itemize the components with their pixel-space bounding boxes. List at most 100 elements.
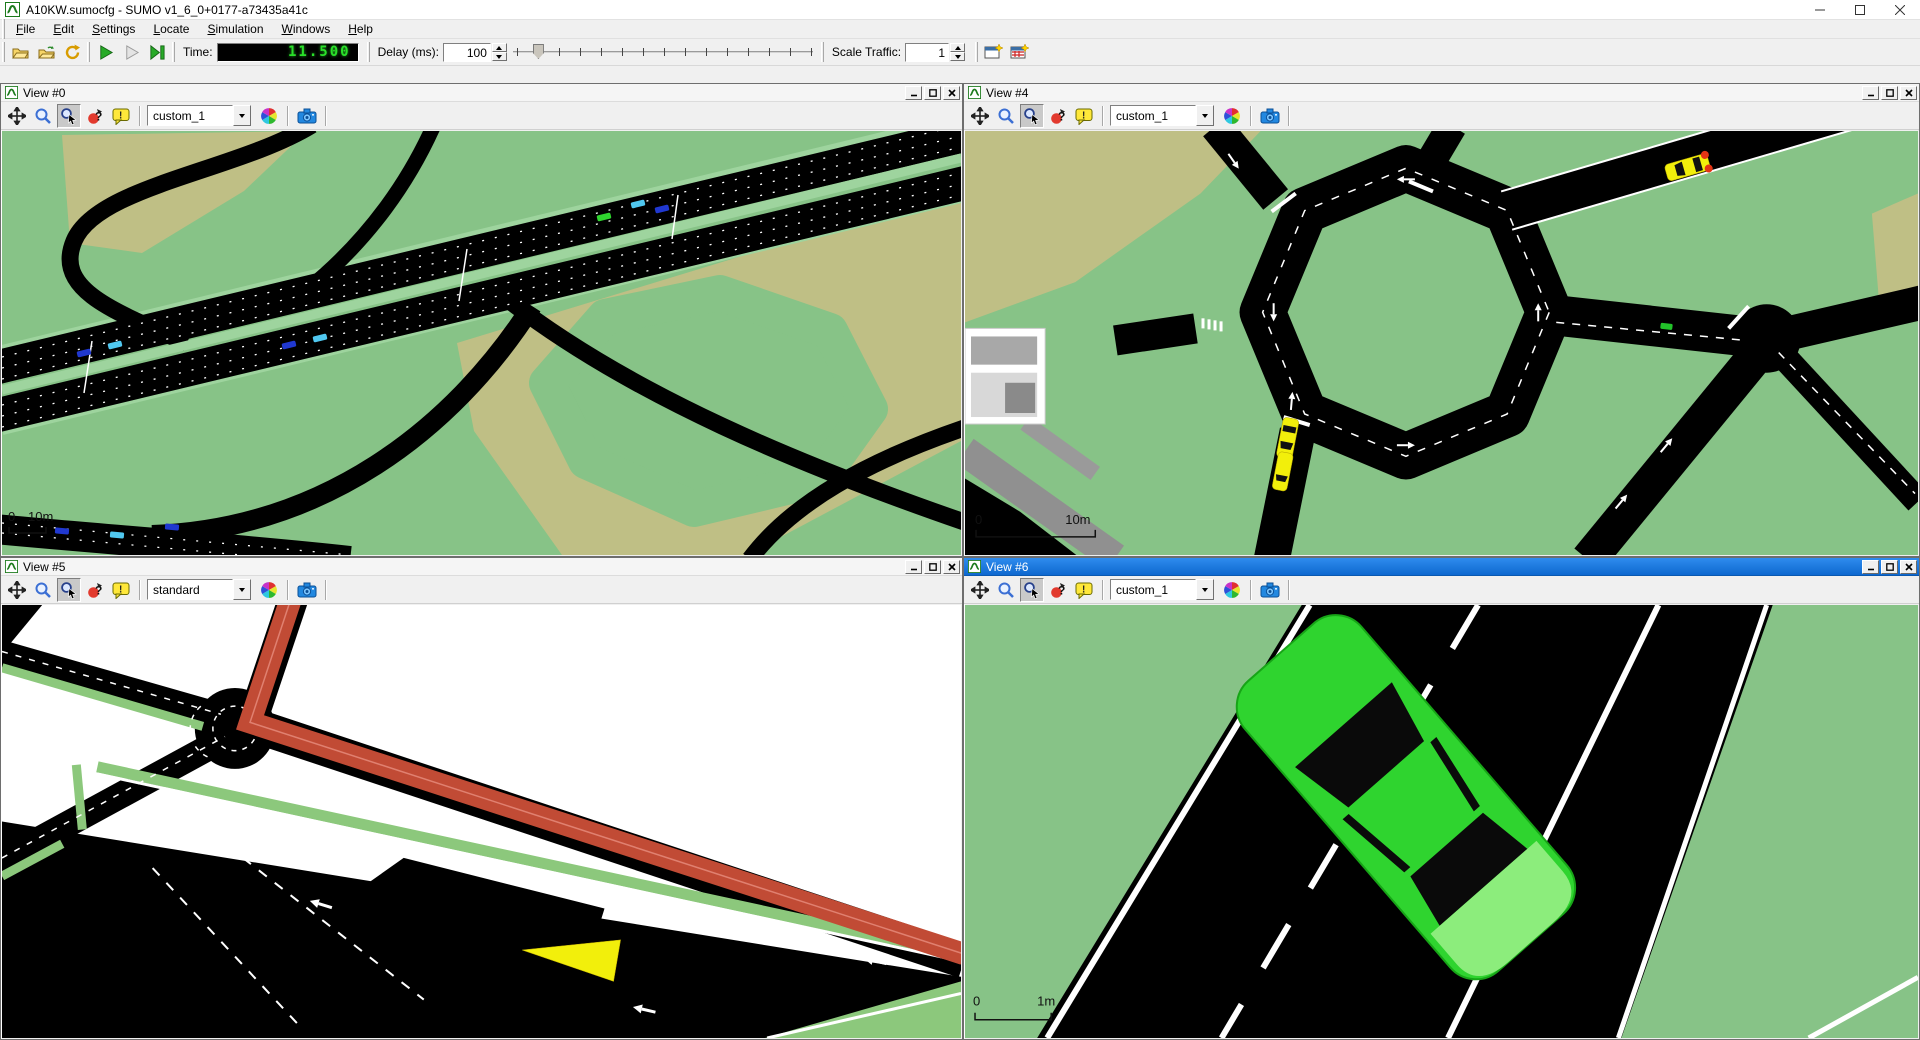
combo-dropdown-button[interactable]: [233, 579, 251, 600]
object-info-button[interactable]: ?: [83, 578, 107, 602]
close-button[interactable]: [1880, 0, 1920, 20]
scale-traffic-spinner: 1: [905, 43, 965, 62]
view4-scheme-combo[interactable]: custom_1: [1110, 105, 1214, 126]
view4-maximize-button[interactable]: [1881, 86, 1898, 100]
message-bubble-button[interactable]: !: [1072, 578, 1096, 602]
toolbar-grip[interactable]: [2, 42, 5, 62]
combo-dropdown-button[interactable]: [1196, 105, 1214, 126]
speech-bubble-icon: !: [1075, 581, 1093, 599]
edit-coloring-button[interactable]: [1220, 578, 1244, 602]
stop-button[interactable]: [118, 40, 144, 64]
view0-scheme-combo[interactable]: custom_1: [147, 105, 251, 126]
message-bubble-button[interactable]: !: [109, 578, 133, 602]
menu-settings[interactable]: Settings: [83, 20, 144, 38]
view6-canvas[interactable]: 0 1m: [965, 605, 1918, 1038]
snapshot-button[interactable]: [295, 104, 319, 128]
new-3d-view-button[interactable]: [1006, 40, 1032, 64]
toolbar-grip[interactable]: [821, 42, 824, 62]
view6-minimize-button[interactable]: [1862, 560, 1879, 574]
slider-thumb[interactable]: [533, 44, 544, 59]
view0-close-button[interactable]: [943, 86, 960, 100]
vehicle-cyan[interactable]: [110, 531, 124, 538]
view6-maximize-button[interactable]: [1881, 560, 1898, 574]
object-info-button[interactable]: ?: [1046, 104, 1070, 128]
view0-titlebar[interactable]: View #0: [1, 84, 962, 102]
menu-simulation[interactable]: Simulation: [198, 20, 272, 38]
message-bubble-button[interactable]: !: [109, 104, 133, 128]
locate-cursor-button[interactable]: [1020, 578, 1044, 602]
view5-titlebar[interactable]: View #5: [1, 558, 962, 576]
view5-canvas[interactable]: [2, 605, 961, 1038]
menu-edit[interactable]: Edit: [44, 20, 83, 38]
zoom-button[interactable]: [31, 578, 55, 602]
toolbar-grip[interactable]: [172, 42, 175, 62]
reload-button[interactable]: [59, 40, 85, 64]
toolbar-grip[interactable]: [975, 42, 978, 62]
open-config-button[interactable]: [7, 40, 33, 64]
menu-help[interactable]: Help: [339, 20, 382, 38]
view6-titlebar[interactable]: View #6: [964, 558, 1919, 576]
snapshot-button[interactable]: [1258, 104, 1282, 128]
recenter-view-button[interactable]: [968, 104, 992, 128]
vehicle-blue[interactable]: [55, 527, 69, 534]
view0-minimize-button[interactable]: [905, 86, 922, 100]
view5-close-button[interactable]: [943, 560, 960, 574]
scale-down-button[interactable]: [950, 52, 965, 61]
delay-down-button[interactable]: [492, 52, 507, 61]
scale-up-button[interactable]: [950, 43, 965, 52]
open-network-button[interactable]: [33, 40, 59, 64]
combo-dropdown-button[interactable]: [233, 105, 251, 126]
speech-bubble-icon: !: [1075, 107, 1093, 125]
menu-locate[interactable]: Locate: [144, 20, 198, 38]
menubar-grip[interactable]: [2, 19, 5, 39]
minimize-button[interactable]: [1800, 0, 1840, 20]
window-titlebar[interactable]: A10KW.sumocfg - SUMO v1_6_0+0177-a73435a…: [0, 0, 1920, 20]
view4-titlebar[interactable]: View #4: [964, 84, 1919, 102]
snapshot-button[interactable]: [1258, 578, 1282, 602]
locate-cursor-button[interactable]: [57, 104, 81, 128]
view4-canvas[interactable]: 0 10m: [965, 131, 1918, 555]
delay-slider[interactable]: [513, 41, 813, 63]
vehicle-blue[interactable]: [165, 523, 179, 530]
run-button[interactable]: [92, 40, 118, 64]
view5-minimize-button[interactable]: [905, 560, 922, 574]
delay-input[interactable]: 100: [443, 43, 491, 62]
svg-text:0: 0: [973, 994, 980, 1009]
view5-maximize-button[interactable]: [924, 560, 941, 574]
edit-coloring-button[interactable]: [257, 578, 281, 602]
toolbar-grip[interactable]: [87, 42, 90, 62]
zoom-button[interactable]: [994, 104, 1018, 128]
object-info-button[interactable]: ?: [1046, 578, 1070, 602]
view4-minimize-button[interactable]: [1862, 86, 1879, 100]
snapshot-button[interactable]: [295, 578, 319, 602]
recenter-view-button[interactable]: [5, 578, 29, 602]
view0-maximize-button[interactable]: [924, 86, 941, 100]
object-info-button[interactable]: ?: [83, 104, 107, 128]
locate-cursor-button[interactable]: [57, 578, 81, 602]
view4-close-button[interactable]: [1900, 86, 1917, 100]
edit-coloring-button[interactable]: [1220, 104, 1244, 128]
new-3d-view-icon: [1010, 44, 1029, 60]
new-view-button[interactable]: [980, 40, 1006, 64]
recenter-view-button[interactable]: [968, 578, 992, 602]
camera-icon: [1260, 108, 1280, 124]
view6-close-button[interactable]: [1900, 560, 1917, 574]
menu-file[interactable]: File: [7, 20, 44, 38]
view5-scheme-combo[interactable]: standard: [147, 579, 251, 600]
step-button[interactable]: [144, 40, 170, 64]
edit-coloring-button[interactable]: [257, 104, 281, 128]
zoom-button[interactable]: [31, 104, 55, 128]
view6-scheme-combo[interactable]: custom_1: [1110, 579, 1214, 600]
reload-icon: [64, 44, 81, 60]
maximize-button[interactable]: [1840, 0, 1880, 20]
combo-dropdown-button[interactable]: [1196, 579, 1214, 600]
locate-cursor-button[interactable]: [1020, 104, 1044, 128]
delay-up-button[interactable]: [492, 43, 507, 52]
recenter-view-button[interactable]: [5, 104, 29, 128]
message-bubble-button[interactable]: !: [1072, 104, 1096, 128]
zoom-button[interactable]: [994, 578, 1018, 602]
menu-windows[interactable]: Windows: [273, 20, 340, 38]
scale-traffic-input[interactable]: 1: [905, 43, 949, 62]
view0-canvas[interactable]: 0 10m: [2, 131, 961, 555]
toolbar-grip[interactable]: [367, 42, 370, 62]
